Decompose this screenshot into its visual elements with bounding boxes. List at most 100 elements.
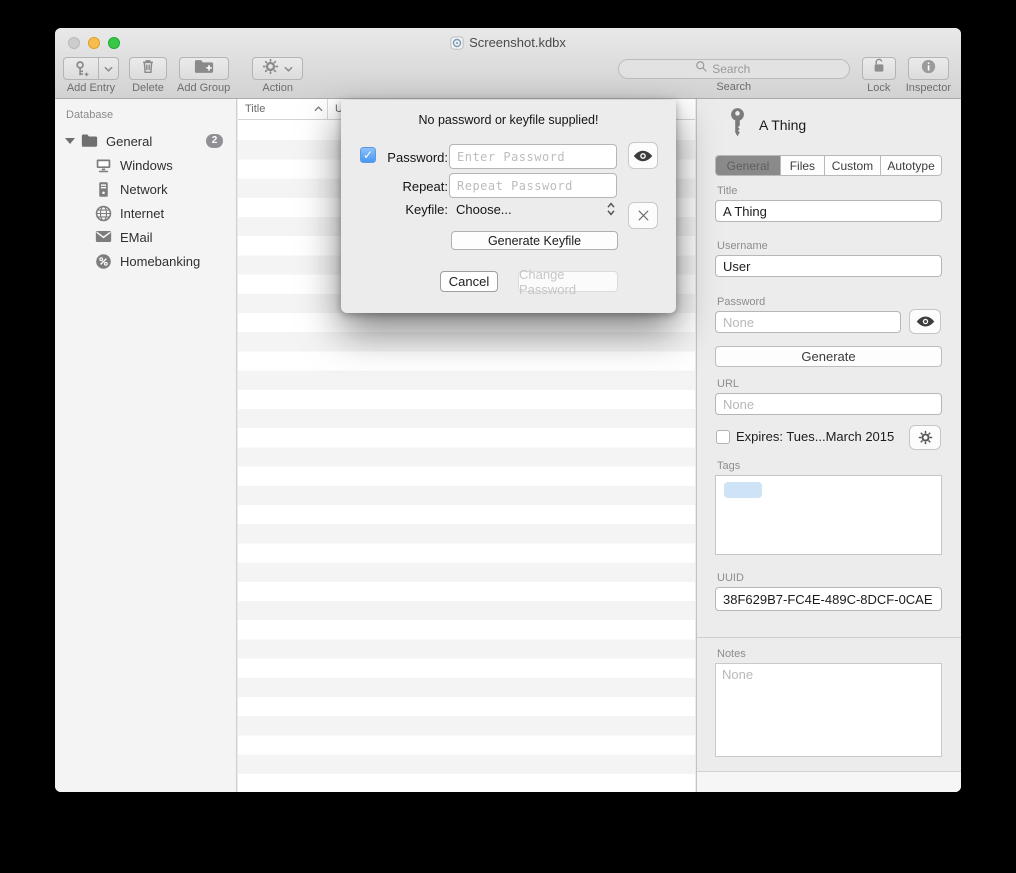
uuid-label: UUID [717,572,744,584]
dialog-password-label: Password: [360,150,448,165]
gear-icon [262,58,279,80]
eye-icon [633,149,653,163]
password-dialog: No password or keyfile supplied! ✓ Passw… [341,100,676,313]
add-entry-button[interactable] [63,57,119,80]
action-label: Action [262,82,293,94]
tab-label: General [727,159,770,173]
tab-general[interactable]: General [716,156,781,175]
username-label: Username [717,240,768,252]
title-label: Title [717,185,737,197]
add-group-group: Add Group [177,57,230,94]
url-field[interactable] [715,393,942,415]
sidebar-item-network[interactable]: Network [55,177,236,201]
server-icon [95,181,112,198]
inspector-divider [697,637,961,638]
trash-icon [139,57,157,80]
chevron-down-icon [104,66,113,72]
search-icon [695,60,708,78]
disclosure-triangle-icon[interactable] [65,138,75,144]
sidebar-item-label: EMail [120,230,153,245]
generate-password-button[interactable]: Generate [715,346,942,367]
clear-keyfile-button[interactable] [628,202,658,229]
toolbar: Add Entry Delete Add Group [55,56,961,99]
change-password-button[interactable]: Change Password [518,271,618,292]
sidebar-item-windows[interactable]: Windows [55,153,236,177]
chevron-down-icon [284,66,293,72]
dialog-keyfile-label: Keyfile: [360,202,448,217]
dialog-repeat-input[interactable] [449,173,617,198]
tab-files[interactable]: Files [781,156,825,175]
folder-icon [81,133,98,150]
inspector-header: A Thing [727,108,806,142]
info-icon [920,58,937,80]
tag-token[interactable] [724,482,762,498]
search-label: Search [716,81,751,93]
generate-keyfile-button[interactable]: Generate Keyfile [451,231,618,250]
inspector-group: Inspector [906,57,951,94]
expires-settings-button[interactable] [909,425,941,450]
reveal-password-button[interactable] [909,309,941,334]
tab-autotype[interactable]: Autotype [881,156,941,175]
close-x-icon [637,209,650,222]
folder-plus-icon [194,58,214,80]
cancel-button[interactable]: Cancel [440,271,498,292]
document-icon [450,36,464,50]
window-title: Screenshot.kdbx [469,35,566,50]
sidebar: Database General 2 Windows Network [55,99,237,792]
key-plus-icon[interactable] [63,57,99,80]
inspector-panel: A Thing General Files Custom Autotype Ti… [696,99,961,792]
gear-icon [918,430,933,445]
sidebar-item-label: Internet [120,206,164,221]
sidebar-item-homebanking[interactable]: Homebanking [55,249,236,273]
lock-button[interactable] [862,57,896,80]
password-label: Password [717,296,765,308]
globe-icon [95,205,112,222]
tab-label: Autotype [887,159,934,173]
sort-ascending-icon [314,106,323,112]
notes-field[interactable] [715,663,942,757]
dialog-reveal-button[interactable] [628,142,658,169]
add-entry-dropdown-arrow[interactable] [99,57,119,80]
add-group-button[interactable] [179,57,229,80]
column-header-title[interactable]: Title [238,99,328,119]
sidebar-item-general[interactable]: General 2 [55,129,236,153]
stepper-icon[interactable] [606,201,616,222]
expires-checkbox[interactable] [716,430,730,444]
title-field[interactable] [715,200,942,222]
delete-button[interactable] [129,57,167,80]
generate-keyfile-label: Generate Keyfile [488,234,581,248]
app-window: Screenshot.kdbx Add Entry [55,28,961,792]
inspector-label: Inspector [906,82,951,94]
delete-group: Delete [129,57,167,94]
window-title-bar: Screenshot.kdbx [55,35,961,50]
generate-label: Generate [801,349,855,364]
inspector-footer [697,771,961,792]
tags-field[interactable] [715,475,942,555]
tags-label: Tags [717,460,740,472]
sidebar-item-label: Network [120,182,168,197]
tab-custom[interactable]: Custom [825,156,882,175]
keyfile-dropdown[interactable]: Choose... [456,202,512,217]
inspector-button[interactable] [908,57,949,80]
entry-title: A Thing [759,117,806,133]
add-entry-label: Add Entry [67,82,115,94]
sidebar-item-internet[interactable]: Internet [55,201,236,225]
action-button[interactable] [252,57,303,80]
search-input[interactable] [712,62,772,76]
username-field[interactable] [715,255,942,277]
search-field[interactable] [618,59,850,79]
sidebar-item-label: Homebanking [120,254,200,269]
uuid-field[interactable] [715,587,942,611]
sidebar-item-email[interactable]: EMail [55,225,236,249]
sidebar-item-label: Windows [120,158,173,173]
password-field[interactable] [715,311,901,333]
search-group: Search [618,57,850,93]
lock-open-icon [871,57,887,80]
column-title-label: Title [245,103,265,115]
delete-label: Delete [132,82,164,94]
eye-icon [916,315,935,328]
dialog-repeat-label: Repeat: [360,179,448,194]
add-entry-group: Add Entry [63,57,119,94]
dialog-password-input[interactable] [449,144,617,169]
change-password-label: Change Password [519,267,617,297]
